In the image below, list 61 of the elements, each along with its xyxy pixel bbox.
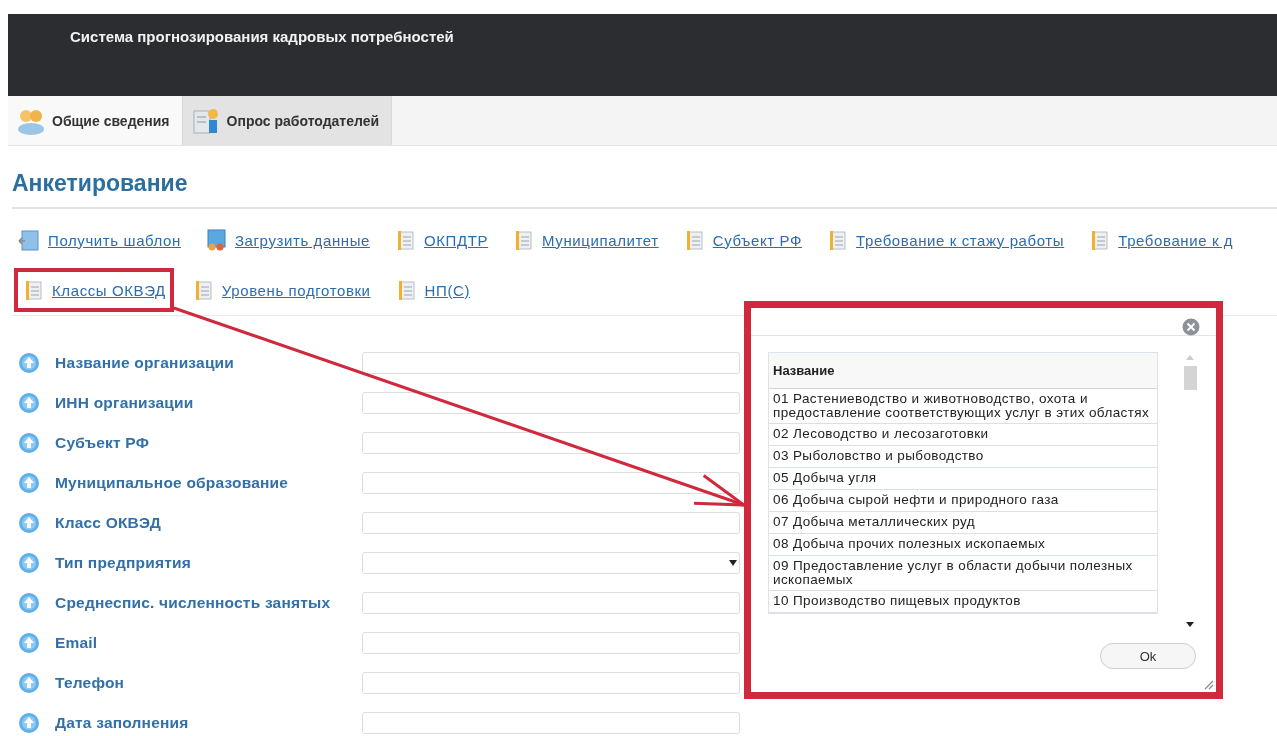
arrow-circle-icon (18, 352, 40, 374)
link[interactable]: Уровень подготовки (221, 281, 371, 299)
table-cell[interactable]: 07 Добыча металлических руд (769, 512, 1157, 534)
input-field[interactable] (362, 632, 740, 654)
tab[interactable]: Общие сведения (8, 96, 183, 145)
arrow-circle-icon (18, 552, 40, 574)
arrow-circle-icon (18, 472, 40, 494)
arrow-circle-icon (18, 512, 40, 534)
caret-icon (729, 560, 737, 566)
close-icon[interactable] (1182, 318, 1200, 336)
table-cell[interactable]: 10 Производство пищевых продуктов (769, 591, 1157, 613)
field-label: Среднеспис. численность занятых (55, 594, 332, 612)
tab[interactable]: Опрос работодателей (182, 96, 393, 145)
arrow-circle-icon (18, 592, 40, 614)
table-cell[interactable]: 02 Лесоводство и лесозаготовки (769, 424, 1157, 446)
link[interactable]: Классы ОКВЭД (52, 281, 166, 299)
spreadsheet-icon (18, 229, 40, 251)
arrow-circle-icon (18, 672, 40, 694)
table-cell[interactable]: 08 Добыча прочих полезных ископаемых (769, 534, 1157, 556)
input-field[interactable] (362, 512, 740, 534)
field-label: Телефон (55, 674, 126, 692)
table-cell[interactable]: 09 Предоставление услуг в области добычи полезных ископаемых (769, 556, 1157, 591)
table-cell[interactable]: 05 Добыча угля (769, 468, 1157, 490)
column-header: Название (769, 353, 1157, 389)
link[interactable]: Субъект РФ (712, 231, 803, 249)
table-cell[interactable]: 06 Добыча сырой нефти и природного газа (769, 490, 1157, 512)
field-label: Тип предприятия (55, 554, 192, 572)
arrow-circle-icon (18, 392, 40, 414)
spreadsheet-icon (204, 229, 227, 251)
input-field[interactable] (362, 672, 740, 694)
dropdown-field[interactable] (362, 552, 740, 574)
input-field[interactable] (362, 392, 740, 414)
arrow-circle-icon (18, 432, 40, 454)
app-title: Система прогнозирования кадровых потребностей (70, 28, 455, 45)
input-field[interactable] (362, 352, 740, 374)
link[interactable]: Требование к стажу работы (856, 231, 1065, 249)
arrow-circle-icon (18, 712, 40, 734)
input-field[interactable] (362, 432, 740, 454)
field-label: ИНН организации (55, 394, 195, 412)
table-cell[interactable]: 03 Рыболовство и рыбоводство (769, 446, 1157, 468)
input-field[interactable] (362, 592, 740, 614)
field-label: Класс ОКВЭД (55, 514, 163, 532)
field-label: Email (55, 634, 99, 652)
link[interactable]: Получить шаблон (48, 231, 181, 249)
resize-grip-icon (1202, 678, 1214, 690)
page-heading: Анкетирование (12, 170, 189, 197)
link[interactable]: Загрузить данные (234, 231, 370, 249)
link[interactable]: Муниципалитет (542, 231, 659, 249)
document-person-icon (190, 106, 221, 135)
arrow-circle-icon (18, 632, 40, 654)
field-label: Название организации (55, 354, 236, 372)
link[interactable]: Требование к д (1118, 231, 1234, 249)
table-cell[interactable]: 01 Растениеводство и животноводство, охота и предоставление соответствующих услуг в этих областях (769, 389, 1157, 424)
input-field[interactable] (362, 712, 740, 734)
input-field[interactable] (362, 472, 740, 494)
field-label: Муниципальное образование (55, 474, 290, 492)
field-label: Дата заполнения (55, 714, 190, 732)
link[interactable]: НП(С) (424, 281, 471, 299)
link[interactable]: ОКПДТР (424, 231, 489, 249)
ok-button[interactable]: Ok (1100, 643, 1196, 669)
field-label: Субъект РФ (55, 434, 151, 452)
